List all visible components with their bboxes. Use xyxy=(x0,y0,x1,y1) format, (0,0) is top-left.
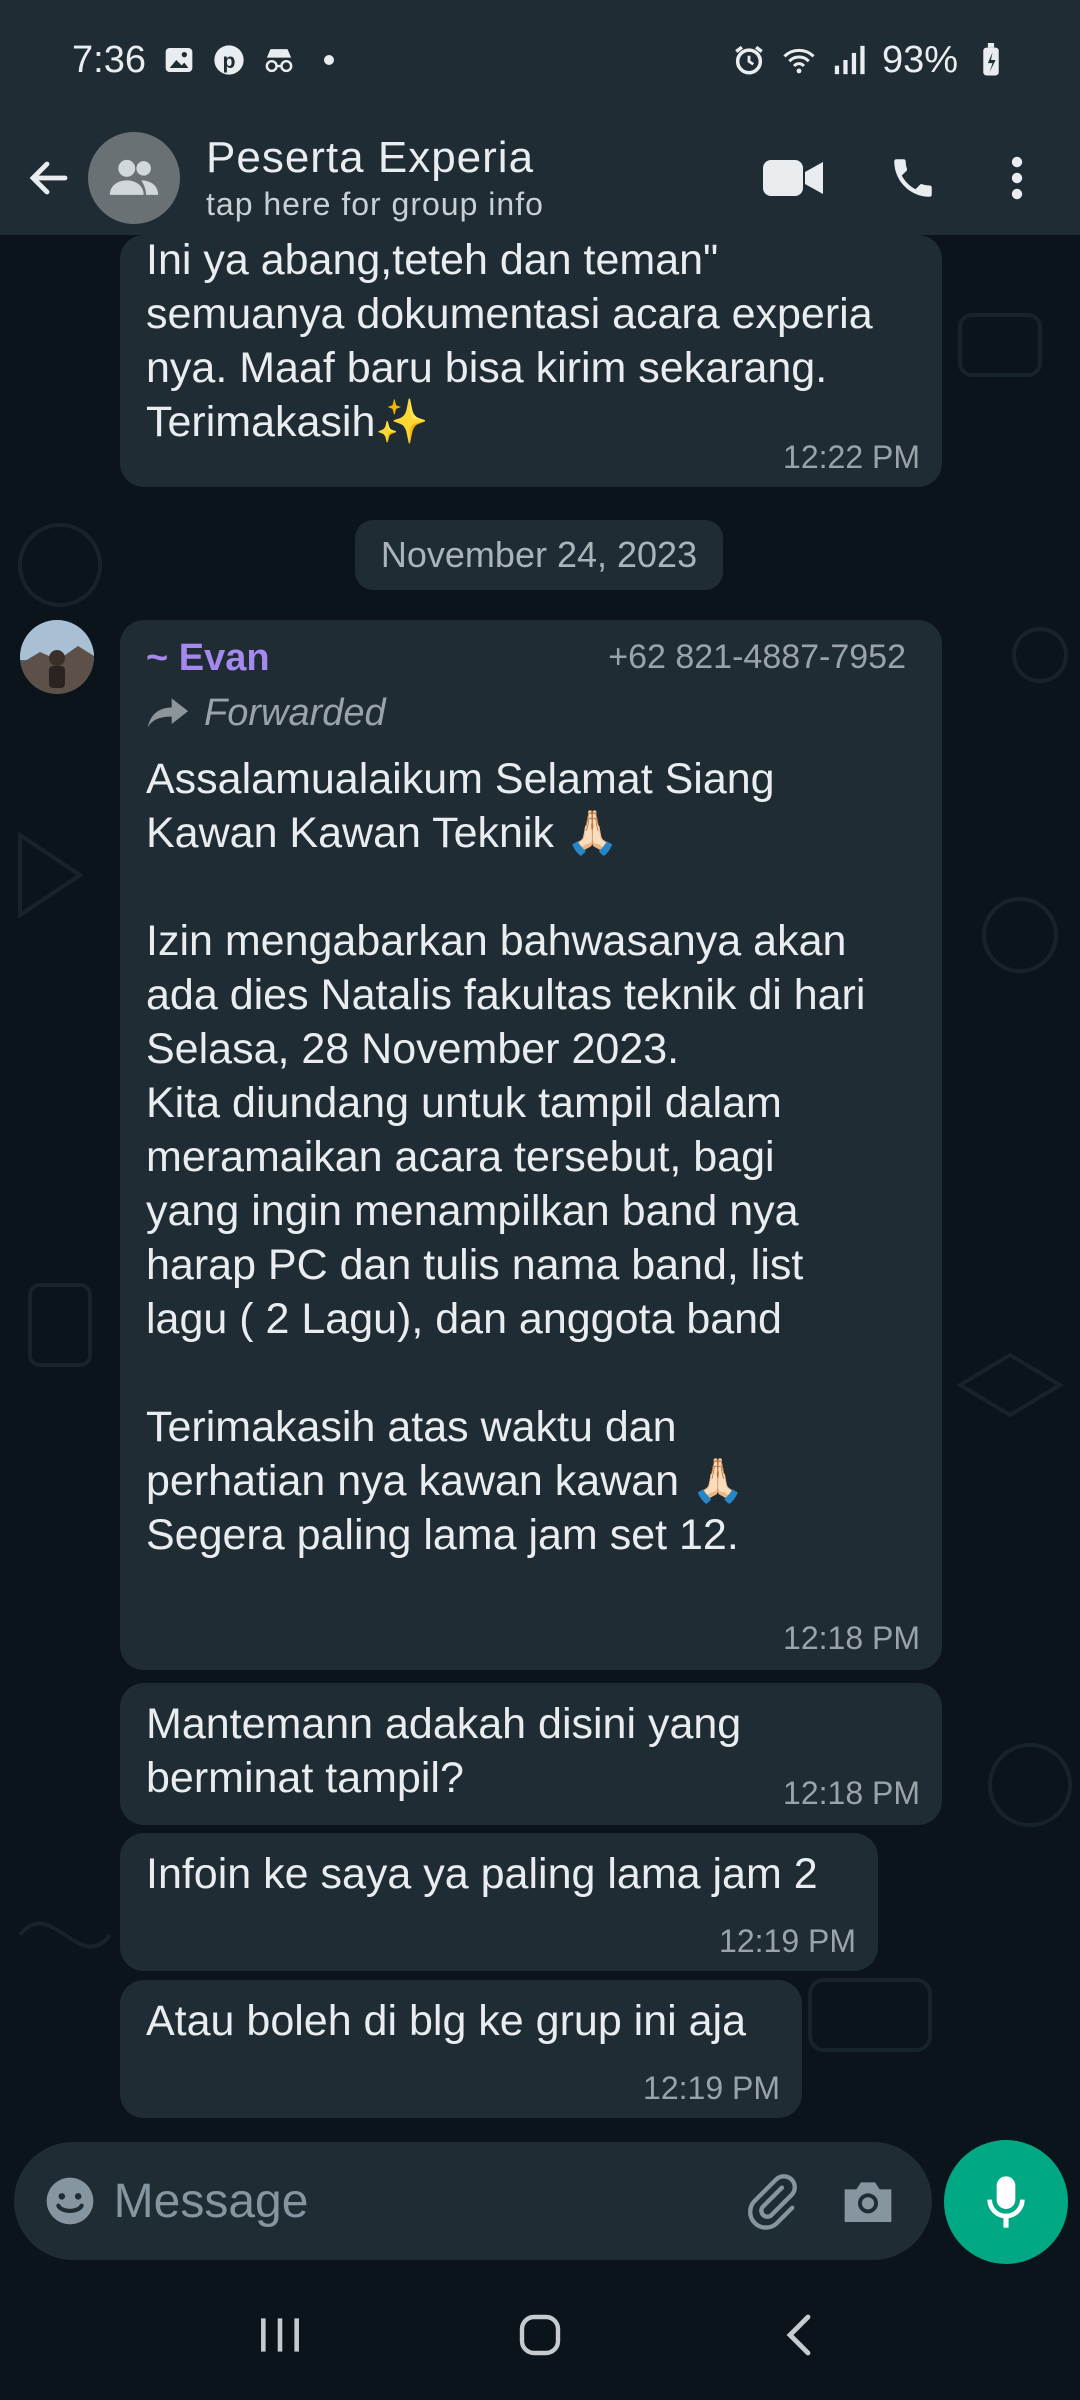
message-input[interactable] xyxy=(113,2173,735,2229)
recent-apps-button[interactable] xyxy=(235,2290,325,2380)
pinterest-icon: p xyxy=(212,43,246,77)
wifi-icon xyxy=(782,43,816,77)
message-bubble[interactable]: Ini ya abang,teteh dan teman" semuanya d… xyxy=(120,235,942,487)
chevron-left-icon xyxy=(786,2314,811,2356)
microphone-icon xyxy=(987,2176,1025,2228)
svg-text:p: p xyxy=(222,49,235,73)
sender-name[interactable]: ~ Evan xyxy=(146,637,270,680)
camera-icon xyxy=(844,2182,892,2222)
forwarded-label: Forwarded xyxy=(146,686,916,740)
message-bubble[interactable]: Mantemann adakah disini yang berminat ta… xyxy=(120,1683,942,1825)
recent-apps-icon xyxy=(261,2318,299,2352)
nav-back-button[interactable] xyxy=(755,2290,845,2380)
message-bubble-forwarded[interactable]: ~ Evan +62 821-4887-7952 Forwarded Assal… xyxy=(120,620,942,1670)
group-avatar[interactable] xyxy=(88,131,180,224)
voice-call-button[interactable] xyxy=(868,133,958,223)
voice-message-button[interactable] xyxy=(944,2140,1068,2264)
forwarded-text: Forwarded xyxy=(204,691,386,734)
paperclip-icon xyxy=(747,2174,797,2230)
emoji-icon xyxy=(46,2177,94,2225)
notification-dot-icon xyxy=(312,43,346,77)
message-bubble[interactable]: Atau boleh di blg ke grup ini aja 12:19 … xyxy=(120,1980,802,2118)
system-nav-bar xyxy=(0,2270,1080,2400)
forward-arrow-icon xyxy=(147,698,189,728)
sender-avatar[interactable] xyxy=(20,620,94,694)
phone-icon xyxy=(894,158,932,197)
battery-icon xyxy=(974,43,1008,77)
sender-phone: +62 821-4887-7952 xyxy=(608,638,906,676)
chat-area[interactable]: Ini ya abang,teteh dan teman" semuanya d… xyxy=(0,235,1080,2135)
kebab-menu-icon xyxy=(1011,156,1023,199)
status-right: 93% xyxy=(732,39,1008,82)
message-time: 12:19 PM xyxy=(719,1923,856,1959)
incognito-icon xyxy=(262,43,296,77)
chat-header: Peserta Experia tap here for group info xyxy=(0,120,1080,235)
back-button[interactable] xyxy=(14,143,84,213)
message-text: Ini ya abang,teteh dan teman" semuanya d… xyxy=(146,236,873,446)
more-options-button[interactable] xyxy=(972,133,1062,223)
attach-button[interactable] xyxy=(735,2156,807,2246)
message-bubble[interactable]: Infoin ke saya ya paling lama jam 2 12:1… xyxy=(120,1833,878,1971)
camera-button[interactable] xyxy=(832,2156,904,2246)
date-divider: November 24, 2023 xyxy=(355,520,723,590)
status-left: 7:36 p xyxy=(72,39,346,82)
emoji-button[interactable] xyxy=(34,2156,106,2246)
video-camera-icon xyxy=(763,159,823,196)
group-info[interactable]: Peserta Experia tap here for group info xyxy=(206,132,748,224)
message-time: 12:18 PM xyxy=(783,1775,920,1811)
back-arrow-icon xyxy=(29,161,68,194)
battery-percent: 93% xyxy=(881,38,958,81)
group-icon xyxy=(109,159,159,195)
message-text: Infoin ke saya ya paling lama jam 2 xyxy=(146,1850,818,1898)
group-info-hint: tap here for group info xyxy=(206,185,544,222)
status-time: 7:36 xyxy=(72,38,146,81)
message-text: Atau boleh di blg ke grup ini aja xyxy=(146,1997,747,2045)
message-composer xyxy=(14,2142,932,2260)
status-bar: 7:36 p 93% xyxy=(0,0,1080,120)
message-time: 12:18 PM xyxy=(783,1620,920,1656)
signal-icon xyxy=(832,43,866,77)
message-text: Assalamualaikum Selamat Siang Kawan Kawa… xyxy=(146,755,866,1559)
home-icon xyxy=(519,2314,561,2356)
group-name: Peserta Experia xyxy=(206,132,535,182)
alarm-icon xyxy=(732,43,766,77)
message-time: 12:19 PM xyxy=(643,2070,780,2106)
home-button[interactable] xyxy=(495,2290,585,2380)
gallery-icon xyxy=(162,43,196,77)
message-time: 12:22 PM xyxy=(783,439,920,475)
video-call-button[interactable] xyxy=(748,133,838,223)
